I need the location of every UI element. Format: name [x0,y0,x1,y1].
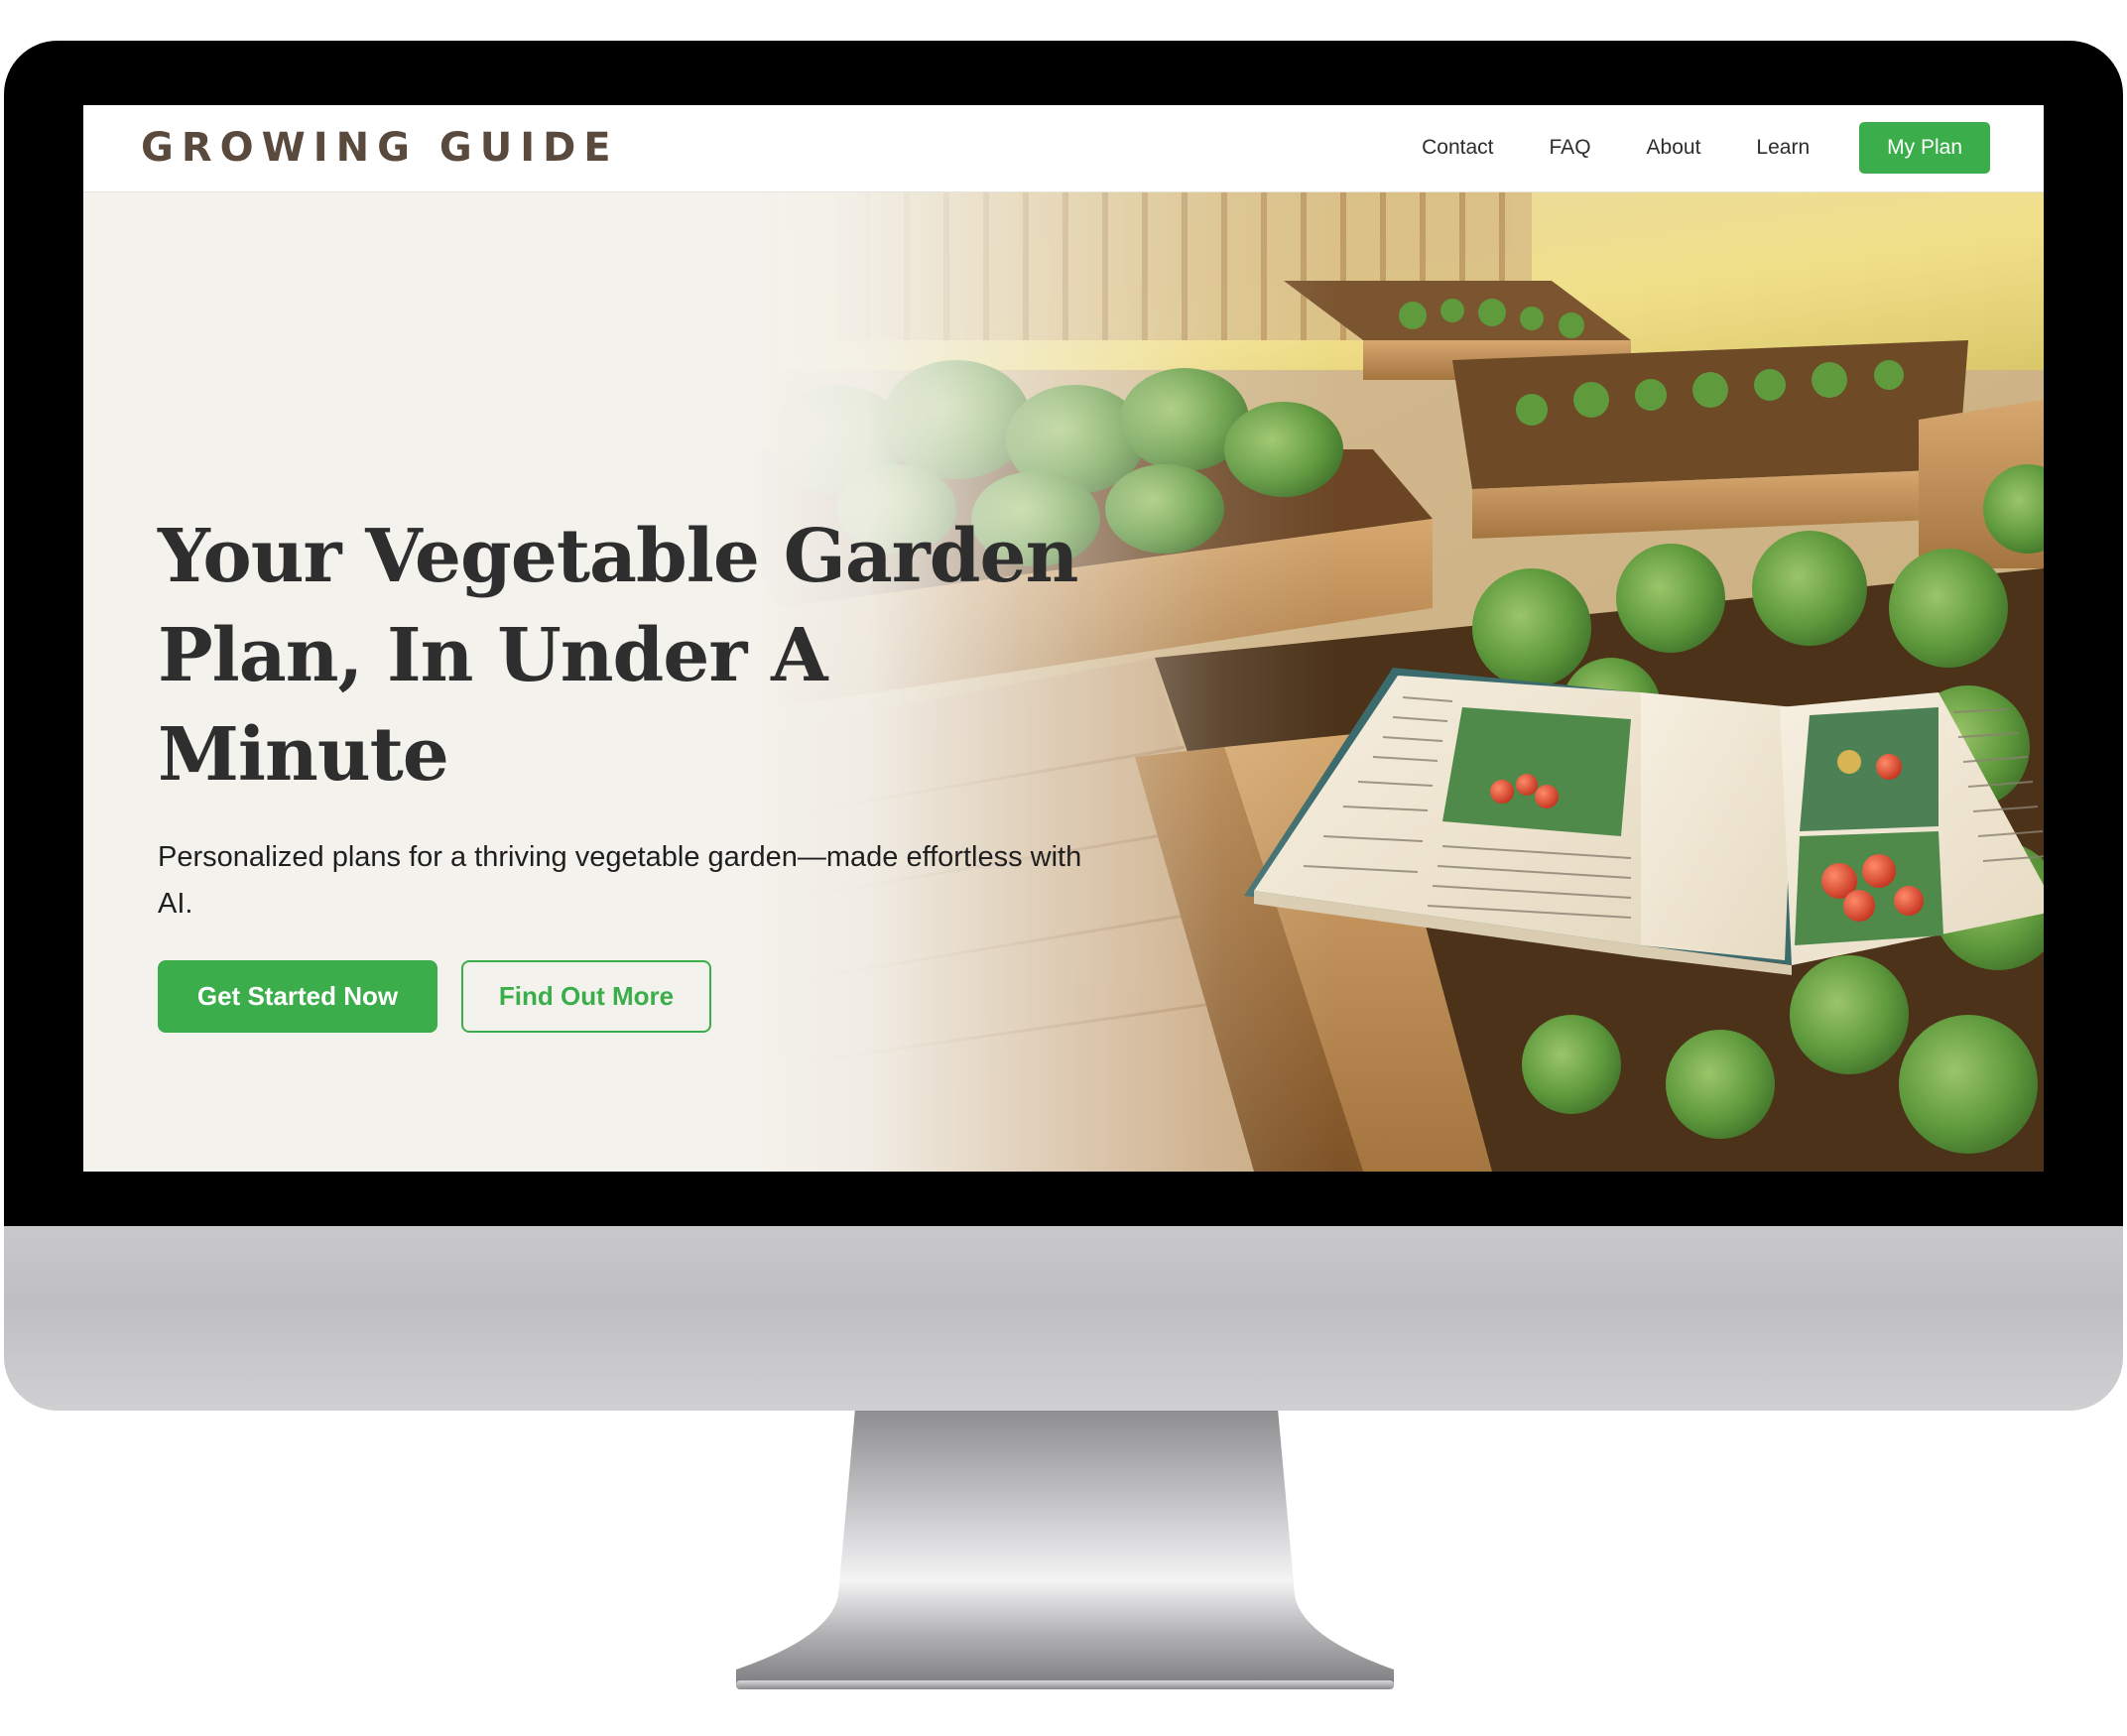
website-screen: GROWING GUIDE Contact FAQ About Learn My… [83,105,2044,1172]
top-navbar: GROWING GUIDE Contact FAQ About Learn My… [83,105,2044,192]
hero-content: Your Vegetable Garden Plan, In Under A M… [158,507,1130,1033]
hero-title: Your Vegetable Garden Plan, In Under A M… [158,507,1130,805]
hero-title-line-1: Your Vegetable Garden [158,514,1078,599]
desktop-monitor: GROWING GUIDE Contact FAQ About Learn My… [4,41,2123,1411]
hero-buttons: Get Started Now Find Out More [158,960,1130,1033]
hero-subtitle: Personalized plans for a thriving vegeta… [158,841,1082,920]
get-started-button[interactable]: Get Started Now [158,960,438,1033]
nav-link-faq[interactable]: FAQ [1550,136,1591,160]
my-plan-button[interactable]: My Plan [1859,122,1990,174]
nav-link-about[interactable]: About [1647,136,1701,160]
nav-link-contact[interactable]: Contact [1422,136,1493,160]
nav-links: Contact FAQ About Learn My Plan [1366,122,1990,174]
hero-title-line-2: Plan, In Under A Minute [158,613,828,798]
find-out-more-button[interactable]: Find Out More [461,960,711,1033]
monitor-chin [4,1226,2123,1411]
nav-link-learn[interactable]: Learn [1756,136,1810,160]
brand-logo[interactable]: GROWING GUIDE [141,125,619,171]
